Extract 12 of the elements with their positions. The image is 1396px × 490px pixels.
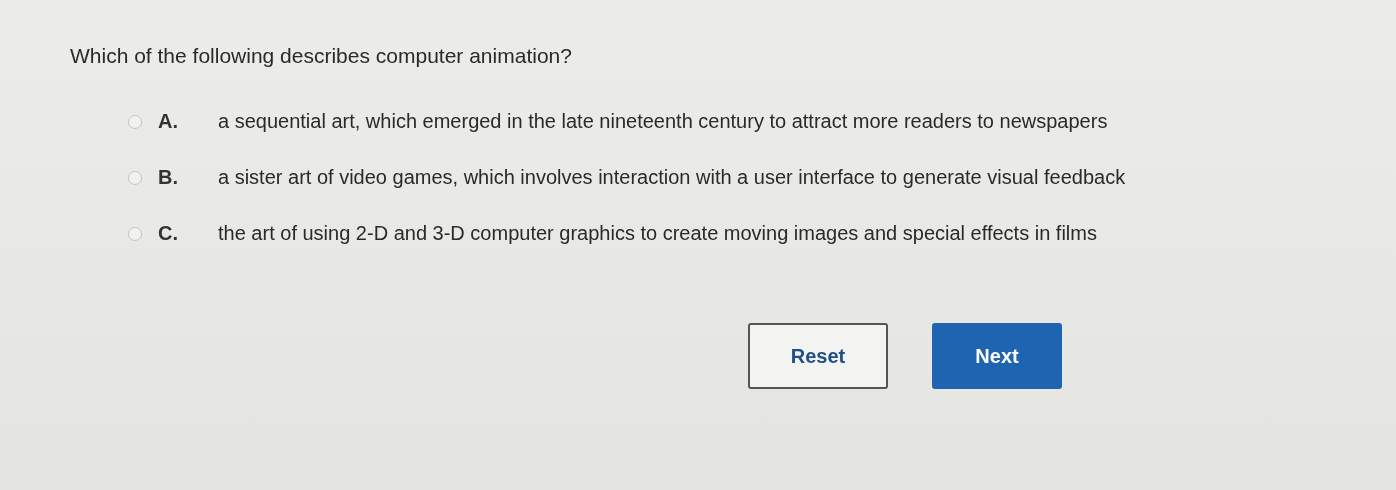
option-text: the art of using 2-D and 3-D computer graphics to create moving images and special effects in films (218, 222, 1097, 245)
question-text: Which of the following describes computer animation? (70, 44, 573, 68)
option-letter: C. (158, 222, 179, 245)
radio-button[interactable] (128, 114, 142, 129)
reset-button[interactable]: Reset (748, 323, 888, 389)
option-text: a sequential art, which emerged in the late nineteenth century to attract more readers to newspapers (218, 110, 1108, 133)
option-text: a sister art of video games, which involves interaction with a user interface to generate visual feedback (218, 166, 1126, 189)
next-button[interactable]: Next (932, 323, 1062, 389)
radio-button[interactable] (128, 170, 142, 185)
option-letter: A. (158, 110, 179, 133)
radio-button[interactable] (128, 226, 142, 241)
option-letter: B. (158, 166, 179, 189)
